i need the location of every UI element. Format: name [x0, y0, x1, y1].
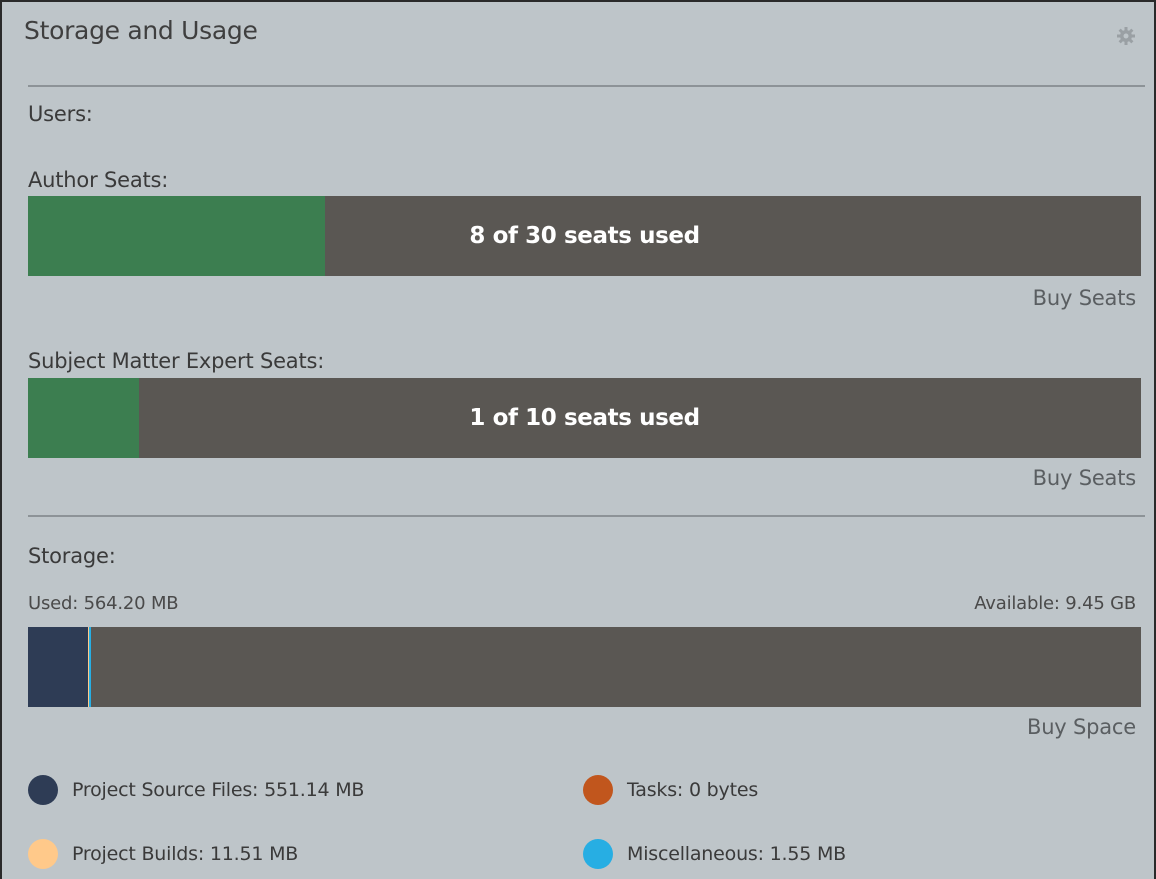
users-heading: Users: [28, 102, 93, 126]
header-divider [28, 85, 1145, 87]
tasks-dot [583, 775, 613, 805]
users-storage-divider [28, 515, 1145, 517]
panel-title: Storage and Usage [24, 16, 258, 45]
storage-used-text: Used: 564.20 MB [28, 593, 179, 614]
buy-author-seats-link[interactable]: Buy Seats [1033, 286, 1137, 310]
buy-sme-seats-link[interactable]: Buy Seats [1033, 466, 1137, 490]
legend-label: Tasks: 0 bytes [627, 779, 759, 801]
storage-usage-panel: Storage and Usage Users: Author Seats: 8… [0, 0, 1156, 879]
author-seats-bar: 8 of 30 seats used [28, 196, 1141, 276]
project-source-files-dot [28, 775, 58, 805]
legend-item-miscellaneous: Miscellaneous: 1.55 MB [583, 839, 846, 869]
legend-item-project-builds: Project Builds: 11.51 MB [28, 839, 298, 869]
storage-heading: Storage: [28, 544, 116, 568]
storage-segment-project-source-files [28, 627, 89, 707]
storage-segment-miscellaneous [89, 627, 91, 707]
legend-item-project-source-files: Project Source Files: 551.14 MB [28, 775, 364, 805]
author-seats-text: 8 of 30 seats used [469, 223, 700, 249]
author-seats-label: Author Seats: [28, 168, 169, 192]
gear-icon[interactable] [1116, 26, 1136, 46]
legend-label: Project Builds: 11.51 MB [72, 843, 299, 865]
legend-item-tasks: Tasks: 0 bytes [583, 775, 758, 805]
sme-seats-text: 1 of 10 seats used [469, 405, 700, 431]
sme-seats-label: Subject Matter Expert Seats: [28, 349, 325, 373]
storage-available-text: Available: 9.45 GB [974, 593, 1136, 614]
sme-seats-bar: 1 of 10 seats used [28, 378, 1141, 458]
project-builds-dot [28, 839, 58, 869]
legend-label: Miscellaneous: 1.55 MB [627, 843, 847, 865]
legend-label: Project Source Files: 551.14 MB [72, 779, 365, 801]
miscellaneous-dot [583, 839, 613, 869]
buy-space-link[interactable]: Buy Space [1027, 715, 1136, 739]
storage-bar [28, 627, 1141, 707]
